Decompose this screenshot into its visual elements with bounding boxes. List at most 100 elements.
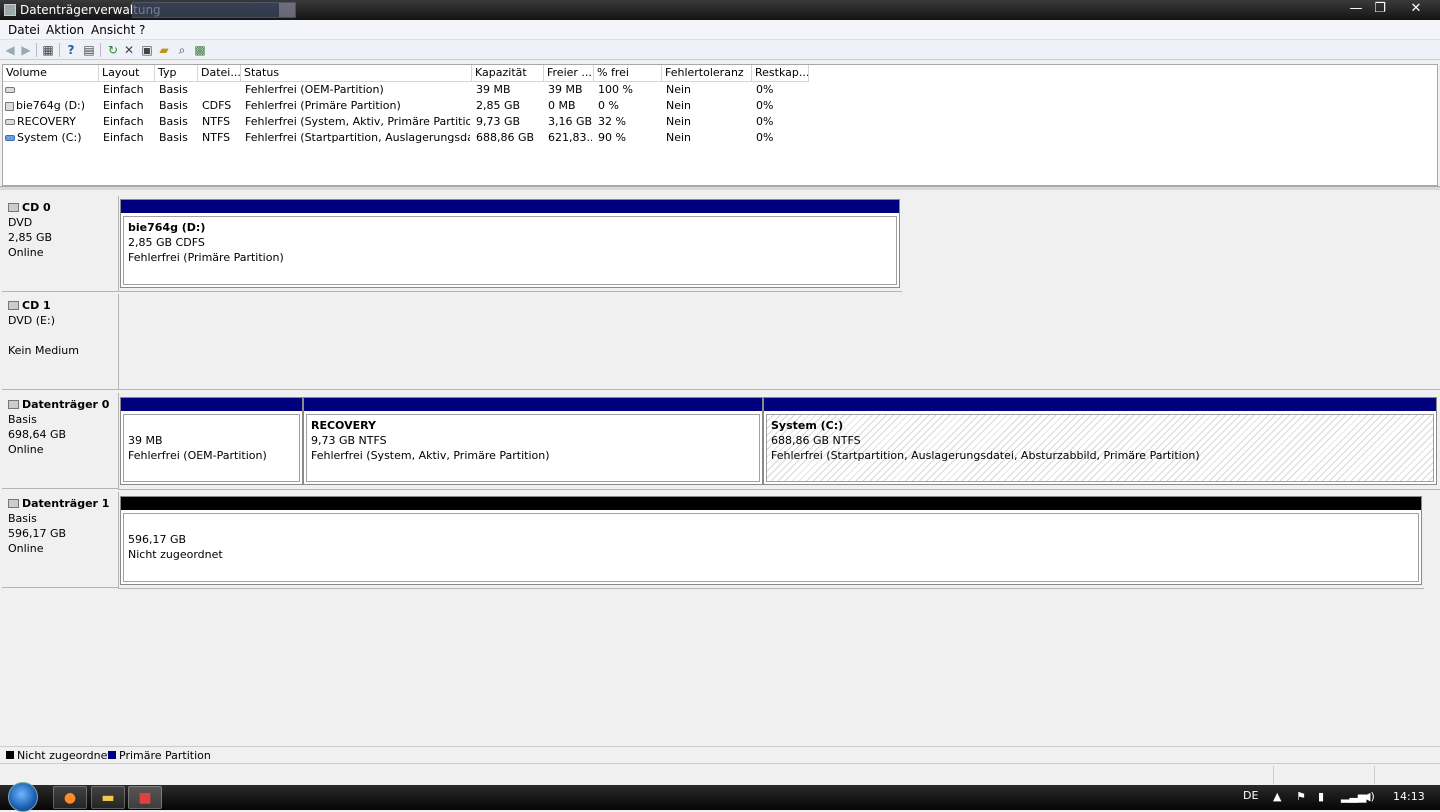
background-window-tab xyxy=(132,2,296,18)
properties-sheet-icon[interactable]: ▣ xyxy=(140,43,154,57)
volume-list: Volume Layout Typ Datei... Status Kapazi… xyxy=(2,64,1438,186)
fault-tolerance-cell: Nein xyxy=(666,115,692,128)
partition-color-bar xyxy=(121,497,1421,510)
column-header-overhead[interactable]: Restkap... xyxy=(752,65,809,82)
disk-label-disk1[interactable]: Datenträger 1 Basis 596,17 GB Online xyxy=(2,492,119,588)
column-header-filesystem[interactable]: Datei... xyxy=(198,65,241,82)
disk-label-disk0[interactable]: Datenträger 0 Basis 698,64 GB Online xyxy=(2,393,119,489)
disk-label-cd0[interactable]: CD 0 DVD 2,85 GB Online xyxy=(2,196,119,292)
partition-recovery[interactable]: RECOVERY 9,73 GB NTFS Fehlerfrei (System… xyxy=(303,397,763,485)
partition-unallocated[interactable]: 596,17 GB Nicht zugeordnet xyxy=(120,496,1422,585)
volume-icon[interactable]: ◀) xyxy=(1362,790,1375,803)
battery-icon[interactable]: ▮ xyxy=(1318,790,1324,803)
menu-datei[interactable]: Datei xyxy=(8,23,40,37)
legend-swatch-unallocated xyxy=(6,751,14,759)
disk-type: Basis xyxy=(8,512,37,525)
disk-row-divider xyxy=(118,588,1424,589)
partition-color-bar xyxy=(304,398,762,411)
partition-status: Fehlerfrei (Primäre Partition) xyxy=(128,251,284,264)
disk-name: CD 1 xyxy=(22,299,51,312)
partition-color-bar xyxy=(121,398,302,411)
refresh-icon[interactable]: ↻ xyxy=(106,43,120,57)
partition-name: System (C:) xyxy=(771,419,844,432)
legend: Nicht zugeordnet Primäre Partition xyxy=(0,746,1440,762)
disk-name: Datenträger 1 xyxy=(22,497,110,510)
open-icon[interactable]: ▰ xyxy=(157,43,171,57)
console-tree-icon[interactable]: ▦ xyxy=(41,43,55,57)
toolbar-separator xyxy=(36,43,37,57)
column-header-layout[interactable]: Layout xyxy=(99,65,155,82)
menu-bar: Datei Aktion Ansicht ? xyxy=(0,20,1440,40)
partition-size: 688,86 GB NTFS xyxy=(771,434,861,447)
back-icon[interactable]: ◀ xyxy=(3,43,17,57)
disk-size xyxy=(8,328,118,343)
volume-cell[interactable] xyxy=(5,82,97,98)
legend-swatch-primary xyxy=(108,751,116,759)
disk-management-icon[interactable]: ■ xyxy=(128,786,162,809)
toolbar-separator xyxy=(59,43,60,57)
percent-free-cell: 0 % xyxy=(598,99,619,112)
partition-size: 39 MB xyxy=(128,434,163,447)
column-header-type[interactable]: Typ xyxy=(155,65,198,82)
show-hidden-icons-icon[interactable]: ▲ xyxy=(1273,790,1281,803)
percent-free-cell: 32 % xyxy=(598,115,626,128)
partition-size: 2,85 GB CDFS xyxy=(128,236,205,249)
search-icon[interactable]: ⌕ xyxy=(175,43,189,57)
partition-name: RECOVERY xyxy=(311,419,376,432)
partition-status: Nicht zugeordnet xyxy=(128,548,223,561)
column-header-volume[interactable]: Volume xyxy=(3,65,99,82)
volume-cell[interactable]: System (C:) xyxy=(5,130,97,146)
explorer-icon[interactable]: ▬ xyxy=(91,786,125,809)
status-cell: Fehlerfrei (Startpartition, Auslagerungs… xyxy=(245,131,470,144)
disk-size: 698,64 GB xyxy=(8,428,67,441)
disk-label-cd1[interactable]: CD 1 DVD (E:) Kein Medium xyxy=(2,294,119,390)
drive-icon xyxy=(5,87,15,93)
partition-name xyxy=(128,418,295,433)
status-bar xyxy=(0,763,1440,785)
partition-name xyxy=(128,517,1414,532)
close-button[interactable]: ✕ xyxy=(1398,0,1434,18)
help-icon[interactable]: ? xyxy=(64,43,78,57)
fault-tolerance-cell: Nein xyxy=(666,83,692,96)
volume-name: RECOVERY xyxy=(17,115,76,128)
firefox-icon[interactable]: ● xyxy=(53,786,87,809)
partition-status: Fehlerfrei (Startpartition, Auslagerungs… xyxy=(771,449,1200,462)
properties-icon[interactable]: ▤ xyxy=(82,43,96,57)
menu-help[interactable]: ? xyxy=(139,23,145,37)
status-cell: Fehlerfrei (OEM-Partition) xyxy=(245,83,384,96)
hard-disk-icon xyxy=(8,499,19,508)
cd-drive-icon xyxy=(5,101,14,111)
column-header-status[interactable]: Status xyxy=(241,65,472,82)
clock[interactable]: 14:13 xyxy=(1393,790,1425,803)
partition-status: Fehlerfrei (System, Aktiv, Primäre Parti… xyxy=(311,449,550,462)
language-indicator[interactable]: DE xyxy=(1243,789,1258,802)
disk-state: Online xyxy=(8,542,44,555)
maximize-button[interactable]: ❐ xyxy=(1366,0,1394,18)
column-header-percent-free[interactable]: % frei xyxy=(594,65,662,82)
fault-tolerance-cell: Nein xyxy=(666,99,692,112)
column-header-free[interactable]: Freier ... xyxy=(544,65,594,82)
disk-state: Online xyxy=(8,443,44,456)
partition-oem[interactable]: 39 MB Fehlerfrei (OEM-Partition) xyxy=(120,397,303,485)
column-header-capacity[interactable]: Kapazität xyxy=(472,65,544,82)
column-header-fault-tolerance[interactable]: Fehlertoleranz xyxy=(662,65,752,82)
disk-size: 596,17 GB xyxy=(8,527,67,540)
filesystem-cell: NTFS xyxy=(202,131,231,144)
free-cell: 3,16 GB xyxy=(548,115,592,128)
volume-cell[interactable]: RECOVERY xyxy=(5,114,97,130)
percent-free-cell: 90 % xyxy=(598,131,626,144)
action-center-flag-icon[interactable]: ⚑ xyxy=(1296,790,1306,803)
menu-ansicht[interactable]: Ansicht xyxy=(91,23,135,37)
forward-icon[interactable]: ▶ xyxy=(19,43,33,57)
toolbar-separator xyxy=(100,43,101,57)
delete-icon[interactable]: ✕ xyxy=(122,43,136,57)
free-cell: 621,83... xyxy=(548,131,592,144)
partition-d[interactable]: bie764g (D:) 2,85 GB CDFS Fehlerfrei (Pr… xyxy=(120,199,900,288)
partition-body: 596,17 GB Nicht zugeordnet xyxy=(123,513,1419,582)
disk-icon[interactable]: ▩ xyxy=(193,43,207,57)
menu-aktion[interactable]: Aktion xyxy=(46,23,84,37)
partition-system-c[interactable]: System (C:) 688,86 GB NTFS Fehlerfrei (S… xyxy=(763,397,1437,485)
volume-cell[interactable]: bie764g (D:) xyxy=(5,98,97,114)
partition-color-bar xyxy=(121,200,899,213)
start-button[interactable] xyxy=(8,782,38,812)
